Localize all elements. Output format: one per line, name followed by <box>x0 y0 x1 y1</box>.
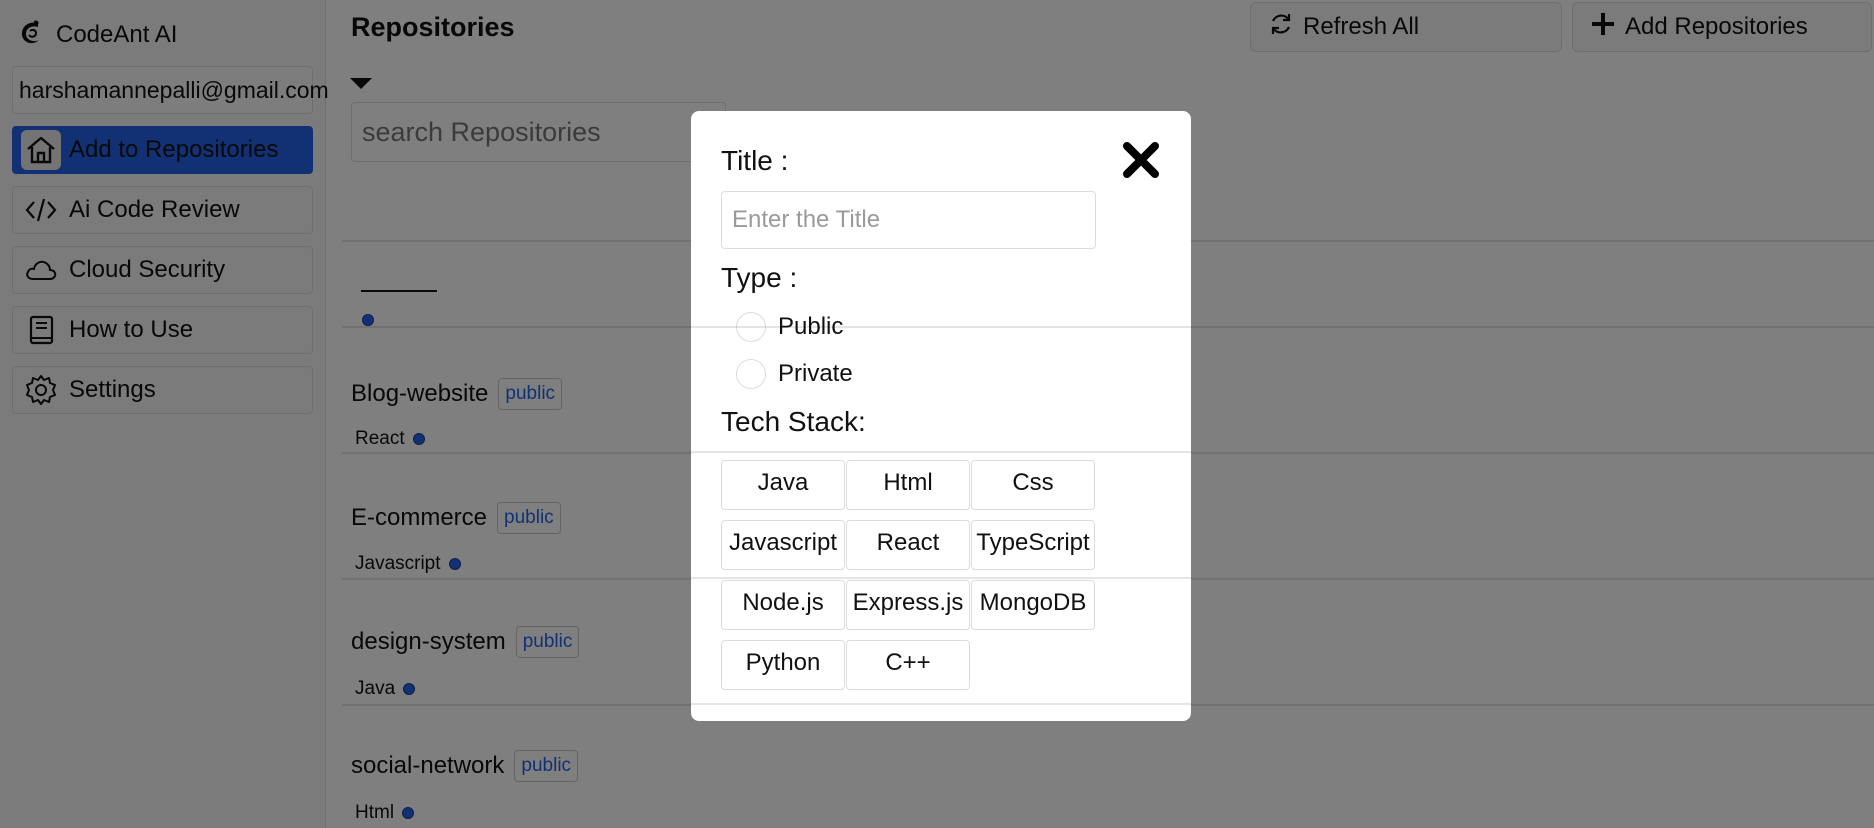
type-option-private[interactable]: Private <box>736 359 853 389</box>
tech-option-expressjs[interactable]: Express.js <box>846 580 970 630</box>
divider <box>691 577 1191 579</box>
radio-label: Private <box>778 360 853 387</box>
tech-option-react[interactable]: React <box>846 520 970 570</box>
tech-option-mongodb[interactable]: MongoDB <box>971 580 1095 630</box>
title-label: Title : <box>721 145 789 176</box>
add-repository-modal: Title : Enter the Title Type : Public Pr… <box>691 111 1191 721</box>
divider <box>691 451 1191 453</box>
title-placeholder: Enter the Title <box>732 206 881 233</box>
tech-option-typescript[interactable]: TypeScript <box>971 520 1095 570</box>
close-icon[interactable] <box>1119 138 1163 182</box>
tech-option-cpp[interactable]: C++ <box>846 640 970 690</box>
tech-option-nodejs[interactable]: Node.js <box>721 580 845 630</box>
tech-option-python[interactable]: Python <box>721 640 845 690</box>
tech-option-html[interactable]: Html <box>846 460 970 510</box>
tech-option-css[interactable]: Css <box>971 460 1095 510</box>
tech-option-javascript[interactable]: Javascript <box>721 520 845 570</box>
title-input[interactable]: Enter the Title <box>721 191 1096 249</box>
radio-private[interactable] <box>736 359 766 389</box>
divider <box>691 703 1191 705</box>
divider <box>691 326 1191 328</box>
tech-option-java[interactable]: Java <box>721 460 845 510</box>
tech-stack-grid: Java Html Css Javascript React TypeScrip… <box>721 460 1099 690</box>
tech-stack-label: Tech Stack: <box>721 406 866 437</box>
type-label: Type : <box>721 262 798 293</box>
